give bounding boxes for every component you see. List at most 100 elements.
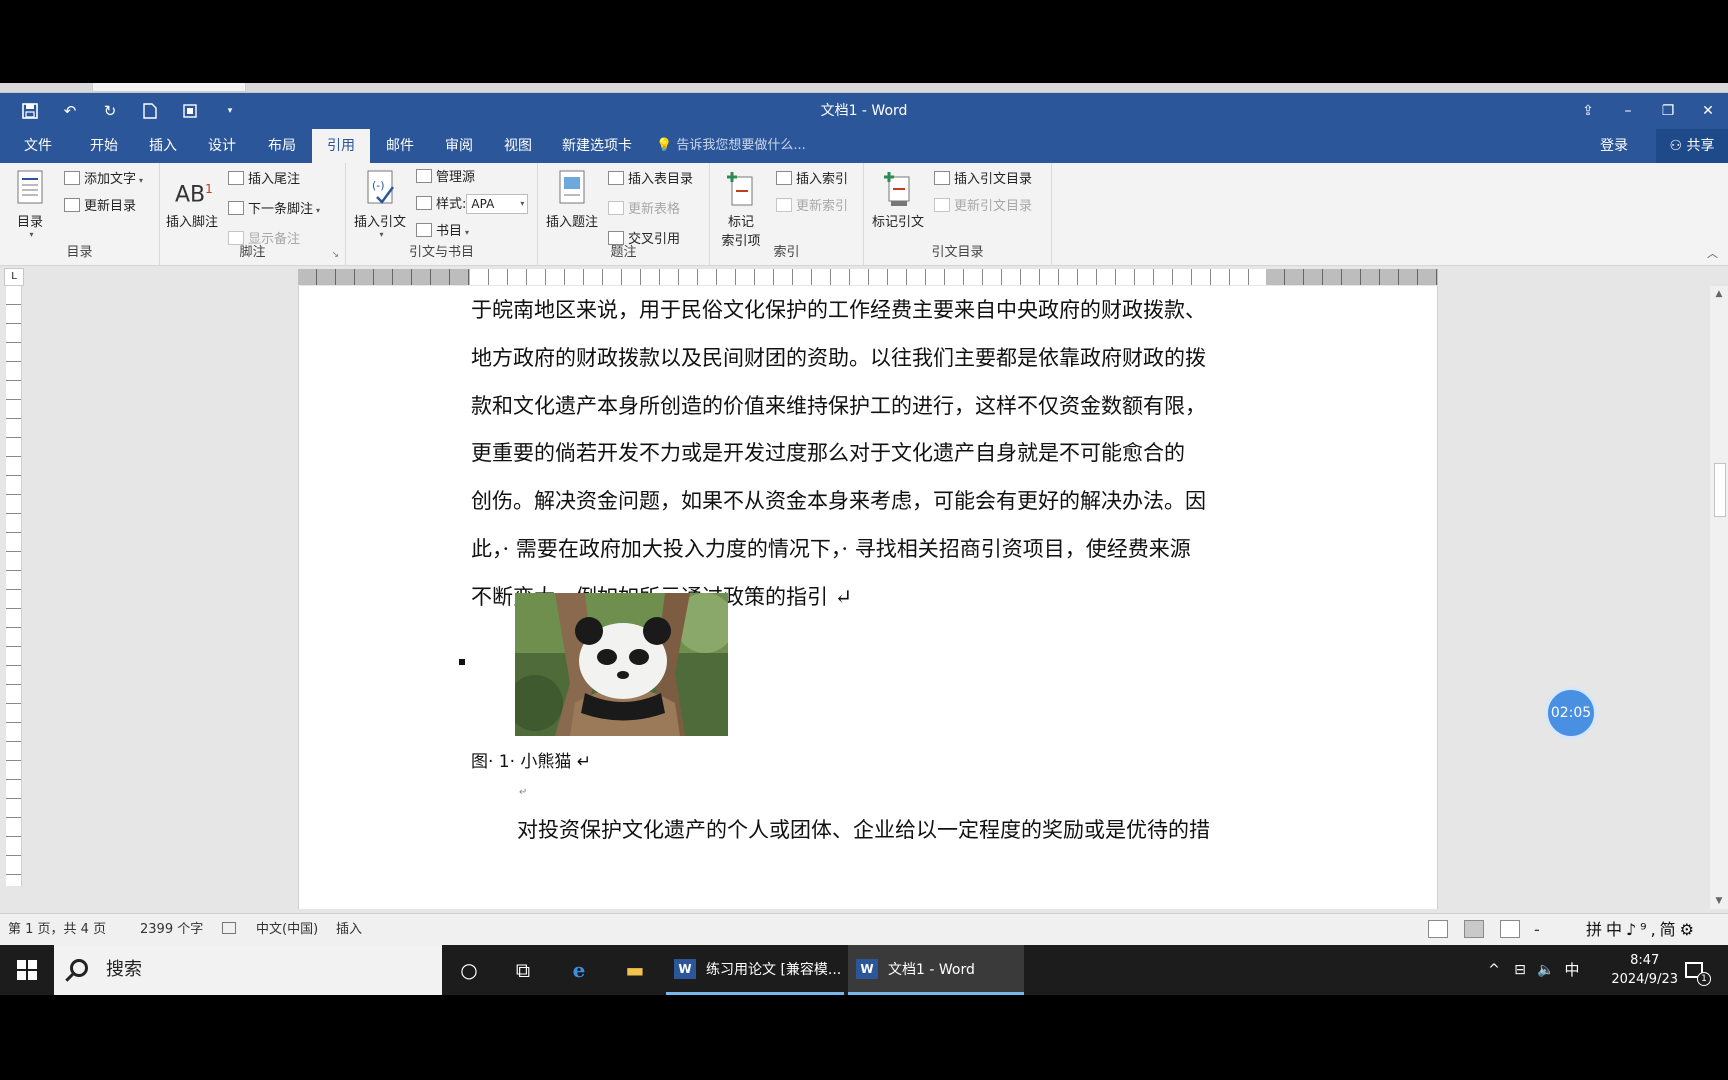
insert-index-button[interactable]: 插入索引 [776, 169, 848, 191]
update-toa-label: 更新引文目录 [954, 199, 1033, 214]
login-link[interactable]: 登录 [1600, 129, 1628, 163]
volume-icon[interactable]: 🔈 [1534, 945, 1558, 995]
notification-center-icon[interactable]: 1 [1676, 945, 1712, 995]
insert-citation-button[interactable]: (-) 插入引文 ▾ [350, 169, 410, 239]
tab-insert[interactable]: 插入 [141, 129, 185, 163]
scroll-up-icon[interactable]: ▲ [1710, 286, 1728, 302]
tab-new[interactable]: 新建选项卡 [556, 129, 638, 163]
document-area[interactable]: 于皖南地区来说，用于民俗文化保护的工作经费主要来自中央政府的财政拨款、 地方政府… [24, 286, 1708, 909]
manage-sources-button[interactable]: 管理源 [416, 167, 475, 189]
ime-toolbar[interactable]: 拼中♪⁹,简⚙ [1586, 914, 1698, 946]
ime-indicator[interactable]: 中 [1560, 945, 1584, 995]
update-table-button[interactable]: 更新表格 [608, 199, 680, 221]
next-footnote-button[interactable]: 下一条脚注 ▾ [228, 199, 320, 221]
show-hidden-icons-icon[interactable]: ^ [1484, 945, 1504, 995]
text-line[interactable]: 款和文化遗产本身所创造的价值来维持保护工的进行，这样不仅资金数额有限， [471, 383, 1267, 431]
page-count[interactable]: 第 1 页，共 4 页 [8, 914, 106, 946]
text-line[interactable]: 对投资保护文化遗产的个人或团体、企业给以一定程度的奖励或是优待的措 [471, 807, 1267, 855]
notification-count: 1 [1697, 972, 1711, 986]
word-count[interactable]: 2399 个字 [140, 914, 203, 946]
text-line[interactable]: 于皖南地区来说，用于民俗文化保护的工作经费主要来自中央政府的财政拨款、 [471, 287, 1267, 335]
task-view-icon[interactable]: ⧉ [496, 945, 550, 995]
taskbar-search[interactable]: 搜索 [54, 945, 442, 995]
next-footnote-label: 下一条脚注 [248, 202, 314, 217]
text-line[interactable]: 地方政府的财政拨款以及民间财团的资助。以往我们主要都是依靠政府财政的拨 [471, 335, 1267, 383]
ribbon-tabs: 文件 开始 插入 设计 布局 引用 邮件 审阅 视图 新建选项卡 💡 告诉我您想… [0, 129, 1728, 163]
tab-references[interactable]: 引用 [312, 129, 370, 163]
proofing-icon[interactable] [222, 914, 236, 946]
insert-caption-button[interactable]: 插入题注 [542, 169, 602, 230]
tab-file[interactable]: 文件 [16, 129, 60, 163]
text-line[interactable]: 创伤。解决资金问题，如果不从资金本身来考虑，可能会有更好的解决办法。因 [471, 478, 1267, 526]
restore-icon[interactable]: ❐ [1648, 93, 1688, 129]
insert-footnote-button[interactable]: AB1 插入脚注 [164, 169, 220, 230]
qat-customize-icon[interactable]: ▾ [210, 93, 250, 129]
insert-mode-indicator[interactable]: 插入 [336, 914, 362, 946]
body-text[interactable]: 于皖南地区来说，用于民俗文化保护的工作经费主要来自中央政府的财政拨款、 地方政府… [471, 287, 1267, 622]
tab-design[interactable]: 设计 [200, 129, 244, 163]
bibliography-button[interactable]: 书目 ▾ [416, 221, 469, 243]
figure-caption[interactable]: 图· 1· 小熊猫 ↵ [471, 747, 591, 772]
manage-sources-icon [416, 169, 432, 183]
text-line[interactable]: 此，· 需要在政府加大投入力度的情况下，· 寻找相关招商引资项目，使经费来源 [471, 526, 1267, 574]
system-clock[interactable]: 8:47 2024/9/23 [1611, 951, 1678, 989]
recording-timer[interactable]: 02:05 [1545, 687, 1597, 739]
web-layout-icon[interactable] [1500, 920, 1520, 938]
undo-icon[interactable]: ↶ [50, 93, 90, 129]
tab-selector[interactable]: L [4, 268, 24, 286]
tab-view[interactable]: 视图 [496, 129, 540, 163]
style-selector[interactable]: 样式: APA ▾ [416, 194, 529, 216]
taskbar: 搜索 ○ ⧉ e ▬ W 练习用论文 [兼容模... W 文档1 - Word … [0, 945, 1728, 995]
read-mode-icon[interactable] [1428, 920, 1448, 938]
bibliography-icon [416, 223, 432, 237]
redo-icon[interactable]: ↻ [90, 93, 130, 129]
add-text-button[interactable]: 添加文字 ▾ [64, 169, 143, 191]
tab-mailings[interactable]: 邮件 [378, 129, 422, 163]
scroll-down-icon[interactable]: ▼ [1710, 893, 1728, 909]
tab-review[interactable]: 审阅 [437, 129, 481, 163]
print-layout-icon[interactable] [1464, 920, 1484, 938]
start-button[interactable] [0, 945, 54, 995]
scroll-thumb[interactable] [1714, 463, 1726, 517]
print-preview-icon[interactable] [170, 93, 210, 129]
mark-citation-button[interactable]: 标记引文 [868, 169, 928, 230]
text-line[interactable]: 更重要的倘若开发不力或是开发过度那么对于文化遗产自身就是不可能愈合的 [471, 430, 1267, 478]
status-bar: 第 1 页，共 4 页 2399 个字 中文(中国) 插入 - 拼中♪⁹,简⚙ [0, 913, 1728, 945]
taskbar-app-word-doc1[interactable]: W 文档1 - Word [848, 945, 1024, 995]
horizontal-ruler[interactable] [298, 269, 1438, 285]
edge-icon[interactable]: e [552, 945, 606, 995]
language-indicator[interactable]: 中文(中国) [256, 914, 318, 946]
toc-caret-icon: ▾ [29, 230, 34, 239]
insert-endnote-button[interactable]: 插入尾注 [228, 169, 300, 191]
close-icon[interactable]: ✕ [1688, 93, 1728, 129]
tell-me-box[interactable]: 💡 告诉我您想要做什么... [656, 129, 806, 163]
dialog-launcher-icon[interactable]: ↘ [331, 250, 339, 260]
document-page[interactable]: 于皖南地区来说，用于民俗文化保护的工作经费主要来自中央政府的财政拨款、 地方政府… [298, 286, 1438, 909]
toc-button[interactable]: 目录 ▾ [8, 169, 52, 239]
word-app-icon: W [856, 959, 878, 979]
minimize-icon[interactable]: – [1608, 93, 1648, 129]
mark-entry-button[interactable]: 标记 索引项 [716, 169, 766, 249]
zoom-out-button[interactable]: - [1534, 914, 1540, 946]
save-icon[interactable] [10, 93, 50, 129]
share-button[interactable]: ⚇ 共享 [1656, 129, 1728, 163]
style-dropdown[interactable]: APA ▾ [466, 194, 529, 214]
collapse-ribbon-icon[interactable]: ︿ [1707, 245, 1718, 261]
cortana-icon[interactable]: ○ [442, 945, 496, 995]
tab-layout[interactable]: 布局 [260, 129, 304, 163]
update-toc-button[interactable]: 更新目录 [64, 196, 136, 218]
update-toa-button[interactable]: 更新引文目录 [934, 196, 1032, 218]
insert-toa-button[interactable]: 插入引文目录 [934, 169, 1032, 191]
toc-icon [13, 169, 47, 209]
strip-tab[interactable] [92, 83, 246, 92]
insert-table-of-figures-button[interactable]: 插入表目录 [608, 169, 693, 191]
ribbon-display-options-icon[interactable]: ⇪ [1568, 93, 1608, 129]
tab-home[interactable]: 开始 [82, 129, 126, 163]
panda-image[interactable] [515, 593, 728, 736]
new-doc-icon[interactable] [130, 93, 170, 129]
network-icon[interactable]: ⊟ [1508, 945, 1532, 995]
taskbar-app-word-paper[interactable]: W 练习用论文 [兼容模... [666, 945, 844, 995]
update-index-button[interactable]: 更新索引 [776, 196, 848, 218]
file-explorer-icon[interactable]: ▬ [608, 945, 662, 995]
vertical-scrollbar[interactable]: ▲ ▼ [1710, 286, 1728, 909]
